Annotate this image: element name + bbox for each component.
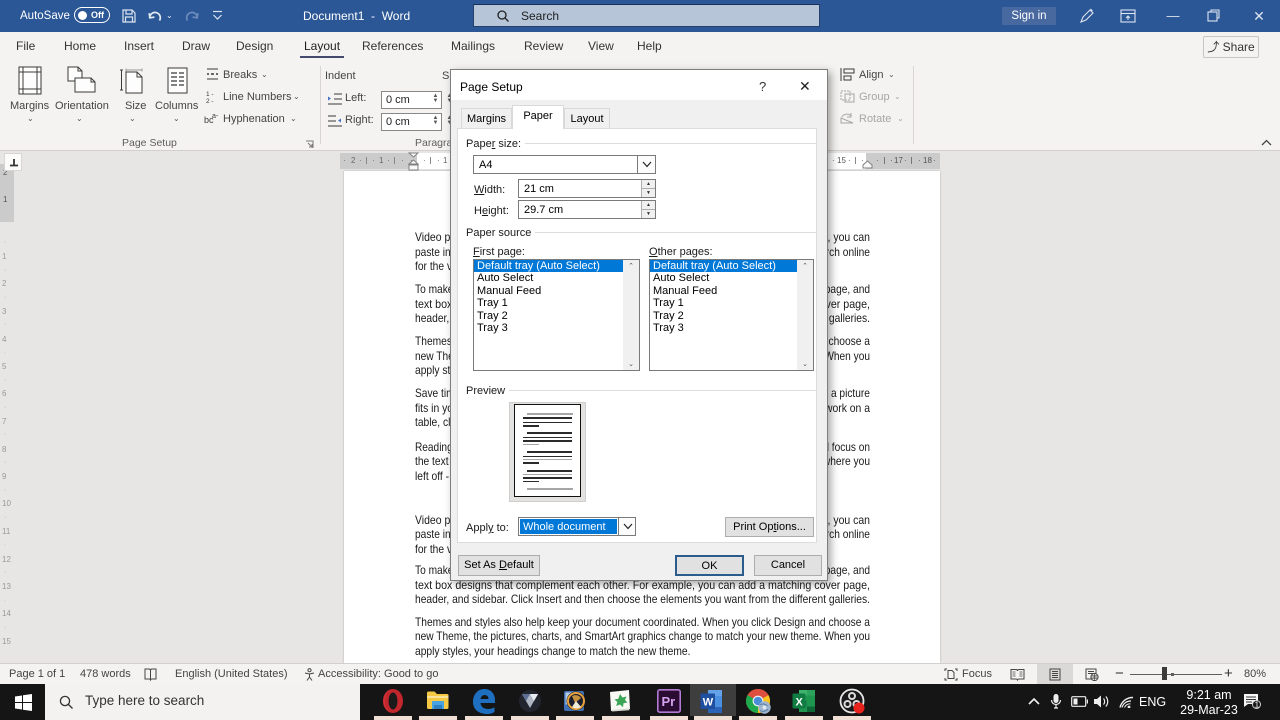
svg-text:1 -: 1 - [206,91,214,98]
svg-text:1: 1 [1255,701,1260,710]
svg-text:2 -: 2 - [206,98,214,103]
svg-text:X: X [796,697,804,709]
svg-text:W: W [703,697,714,709]
svg-text:Pr: Pr [662,694,676,709]
svg-text:a-: a- [212,113,219,120]
